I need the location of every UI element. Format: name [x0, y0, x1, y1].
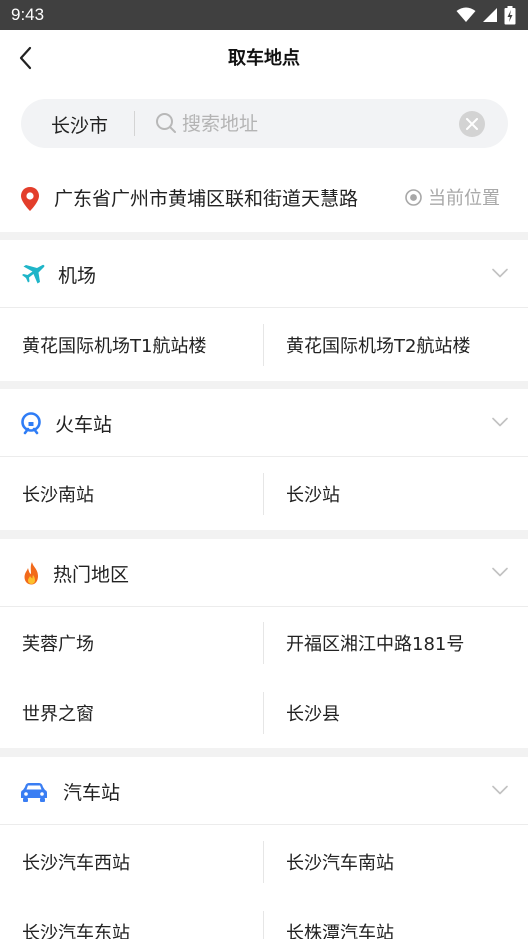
search-icon [156, 113, 176, 133]
cell-divider [263, 622, 264, 664]
grid-row: 长沙汽车西站 长沙汽车南站 [0, 827, 528, 897]
location-item[interactable]: 世界之窗 [22, 678, 262, 748]
search-bar: 长沙市 [21, 99, 508, 148]
grid-row: 世界之窗 长沙县 [0, 678, 528, 748]
section-title: 机场 [58, 265, 97, 287]
header: 取车地点 [0, 30, 528, 86]
location-item[interactable]: 长沙汽车南站 [286, 827, 526, 897]
section-title: 汽车站 [63, 782, 121, 804]
current-location-row[interactable]: 广东省广州市黄埔区联和街道天慧路 当前位置 [0, 170, 528, 226]
location-item[interactable]: 长沙站 [286, 459, 526, 529]
section-gap [0, 748, 528, 757]
fire-icon [24, 562, 38, 585]
chevron-down-icon [492, 785, 508, 795]
train-icon [21, 412, 41, 435]
current-position-button[interactable]: 当前位置 [404, 184, 500, 210]
section-gap [0, 381, 528, 389]
search-input[interactable] [182, 107, 452, 140]
plane-icon [22, 264, 45, 284]
section-header-bus[interactable]: 汽车站 [0, 757, 528, 825]
cell-divider [263, 324, 264, 366]
location-item[interactable]: 长沙汽车西站 [22, 827, 262, 897]
status-icons [456, 5, 516, 25]
city-selector[interactable]: 长沙市 [51, 111, 108, 138]
close-icon [466, 118, 478, 130]
clear-button[interactable] [459, 111, 485, 137]
grid-row: 长沙南站 长沙站 [0, 459, 528, 529]
section-title: 热门地区 [53, 564, 130, 586]
location-item[interactable]: 开福区湘江中路181号 [286, 608, 526, 678]
current-address: 广东省广州市黄埔区联和街道天慧路 [54, 188, 359, 210]
section-gap [0, 530, 528, 539]
grid-row: 芙蓉广场 开福区湘江中路181号 [0, 608, 528, 678]
cell-divider [263, 911, 264, 939]
battery-icon [504, 5, 516, 24]
section-header-train[interactable]: 火车站 [0, 389, 528, 457]
location-item[interactable]: 芙蓉广场 [22, 608, 262, 678]
grid-row: 黄花国际机场T1航站楼 黄花国际机场T2航站楼 [0, 310, 528, 380]
chevron-down-icon [492, 268, 508, 278]
chevron-down-icon [492, 417, 508, 427]
signal-icon [483, 8, 497, 22]
locate-icon [405, 188, 422, 206]
grid-row: 长沙汽车东站 长株潭汽车站 [0, 897, 528, 939]
location-item[interactable]: 长株潭汽车站 [286, 897, 526, 939]
chevron-down-icon [492, 567, 508, 577]
section-title: 火车站 [55, 414, 113, 436]
status-time: 9:43 [11, 5, 45, 24]
location-item[interactable]: 长沙县 [286, 678, 526, 748]
location-item[interactable]: 黄花国际机场T1航站楼 [22, 310, 262, 380]
location-item[interactable]: 黄花国际机场T2航站楼 [286, 310, 526, 380]
location-pin-icon [21, 187, 39, 211]
cell-divider [263, 473, 264, 515]
car-icon [21, 783, 47, 802]
page-title: 取车地点 [228, 48, 300, 69]
section-header-hot[interactable]: 热门地区 [0, 539, 528, 607]
status-bar: 9:43 [0, 0, 528, 30]
cell-divider [263, 692, 264, 734]
current-position-label: 当前位置 [428, 188, 500, 209]
cell-divider [263, 841, 264, 883]
wifi-icon [456, 7, 476, 22]
location-item[interactable]: 长沙南站 [22, 459, 262, 529]
location-item[interactable]: 长沙汽车东站 [22, 897, 262, 939]
section-gap [0, 232, 528, 240]
section-header-airport[interactable]: 机场 [0, 240, 528, 308]
search-divider [134, 111, 135, 136]
